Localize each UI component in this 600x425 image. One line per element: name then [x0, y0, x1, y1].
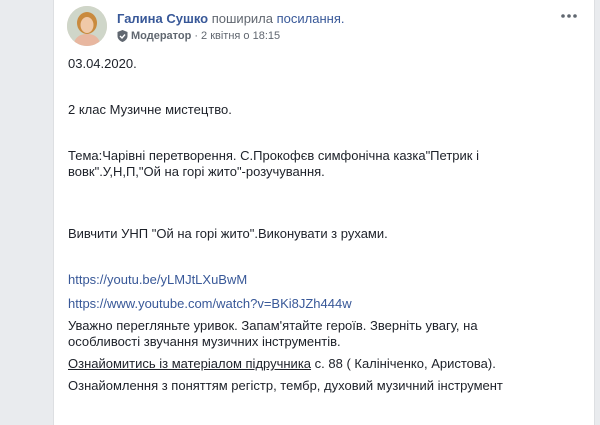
post-header: Галина Сушко поширила посилання. Модерат…: [67, 6, 594, 46]
video-link-1-text[interactable]: https://youtu.be/yLMJtLXuBwM: [68, 272, 247, 287]
terms-line: Ознайомлення з поняттям регістр, тембр, …: [68, 378, 503, 393]
post-card: Галина Сушко поширила посилання. Модерат…: [53, 0, 595, 425]
video-link-2[interactable]: https://www.youtube.com/watch?v=BKi8JZh4…: [68, 296, 528, 312]
post-date: 03.04.2020.: [68, 56, 137, 71]
author-name[interactable]: Галина Сушко: [117, 11, 208, 26]
avatar[interactable]: [67, 6, 107, 46]
watch-instruction-line-2: особливості звучання музичних інструмент…: [68, 334, 341, 349]
post-body: 03.04.2020. 2 клас Музичне мистецтво. Те…: [68, 56, 528, 394]
topic-line-1: Тема:Чарівні перетворення. С.Прокофєв си…: [68, 148, 479, 163]
meta-separator: ·: [194, 30, 199, 42]
shared-link-label[interactable]: посилання.: [277, 11, 345, 26]
video-link-1[interactable]: https://youtu.be/yLMJtLXuBwM: [68, 272, 528, 288]
shield-check-icon: [117, 30, 128, 42]
post-meta: Модератор · 2 квітня о 18:15: [117, 30, 280, 42]
topic-line-2: вовк".У,Н,П,"Ой на горі жито"-розучуванн…: [68, 164, 325, 179]
moderator-badge: Модератор: [117, 30, 191, 42]
textbook-link[interactable]: Ознайомитись із матеріалом підручника: [68, 356, 311, 371]
video-link-2-text[interactable]: https://www.youtube.com/watch?v=BKi8JZh4…: [68, 296, 352, 311]
more-horizontal-icon: [561, 14, 577, 18]
class-subject: 2 клас Музичне мистецтво.: [68, 102, 232, 117]
watch-instruction-line-1: Уважно перегляньте уривок. Запам'ятайте …: [68, 318, 478, 333]
author-line: Галина Сушко поширила посилання.: [117, 11, 345, 26]
textbook-pages: с. 88 ( Калініченко, Аристова).: [311, 356, 496, 371]
post-timestamp[interactable]: 2 квітня о 18:15: [201, 30, 280, 42]
shared-verb: поширила: [211, 11, 274, 26]
textbook-line: Ознайомитись із матеріалом підручника с.…: [68, 356, 528, 372]
post-options-button[interactable]: [558, 8, 580, 24]
task-line: Вивчити УНП "Ой на горі жито".Виконувати…: [68, 226, 388, 241]
moderator-label: Модератор: [131, 30, 192, 42]
avatar-photo-icon: [67, 6, 107, 46]
